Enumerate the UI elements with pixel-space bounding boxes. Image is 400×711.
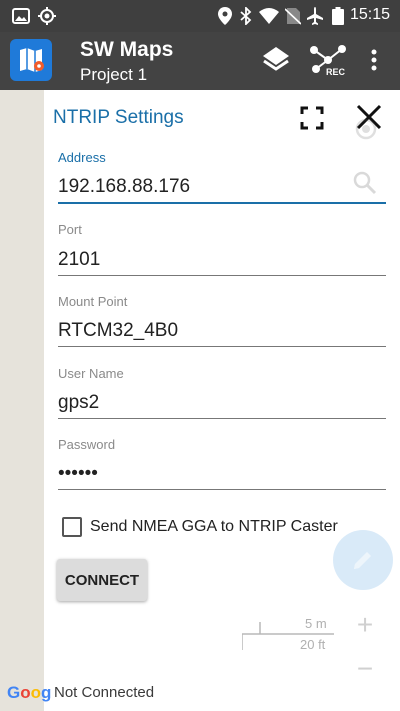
scale-imperial: 20 ft bbox=[300, 637, 326, 652]
send-nmea-checkbox[interactable] bbox=[62, 517, 82, 537]
port-label: Port bbox=[58, 222, 82, 237]
image-icon bbox=[12, 7, 30, 30]
user-name-field[interactable] bbox=[58, 387, 386, 419]
fullscreen-icon[interactable] bbox=[300, 106, 324, 130]
layers-icon[interactable] bbox=[260, 44, 292, 81]
gps-target-icon bbox=[38, 7, 56, 30]
location-pin-icon bbox=[218, 7, 232, 30]
app-bar: SW Maps Project 1 REC bbox=[0, 32, 400, 90]
pencil-icon bbox=[351, 548, 375, 572]
connect-button[interactable]: CONNECT bbox=[57, 559, 147, 601]
address-field[interactable] bbox=[58, 172, 386, 204]
project-name: Project 1 bbox=[80, 65, 148, 84]
zoom-in-button[interactable]: + bbox=[344, 604, 386, 646]
no-sim-icon bbox=[284, 7, 302, 30]
password-field[interactable] bbox=[58, 458, 386, 490]
app-logo-icon[interactable] bbox=[10, 39, 52, 81]
dialog-title: NTRIP Settings bbox=[53, 107, 184, 128]
rec-label: REC bbox=[326, 67, 346, 77]
password-label: Password bbox=[58, 437, 116, 452]
app-title: SW Maps bbox=[80, 38, 174, 61]
clock: 15:15 bbox=[349, 6, 390, 23]
connection-status: Not Connected bbox=[54, 684, 155, 701]
mount-point-field[interactable] bbox=[58, 315, 386, 347]
airplane-icon bbox=[306, 7, 324, 30]
search-icon[interactable] bbox=[352, 170, 378, 201]
send-nmea-label[interactable]: Send NMEA GGA to NTRIP Caster bbox=[90, 518, 338, 536]
status-bar: 15:15 bbox=[0, 0, 400, 32]
port-field[interactable] bbox=[58, 244, 386, 276]
google-logo: Goog bbox=[7, 683, 52, 702]
scale-metric: 5 m bbox=[305, 616, 327, 631]
more-vert-icon[interactable] bbox=[368, 48, 380, 77]
address-label: Address bbox=[58, 150, 106, 165]
bluetooth-icon bbox=[240, 5, 252, 30]
my-location-icon[interactable] bbox=[352, 115, 380, 148]
mount-point-label: Mount Point bbox=[58, 294, 128, 309]
zoom-out-button[interactable]: − bbox=[344, 648, 386, 690]
record-track-icon[interactable]: REC bbox=[308, 42, 348, 83]
battery-icon bbox=[332, 7, 344, 30]
map-edge bbox=[0, 90, 44, 711]
user-name-label: User Name bbox=[58, 366, 124, 381]
wifi-icon bbox=[259, 7, 279, 30]
